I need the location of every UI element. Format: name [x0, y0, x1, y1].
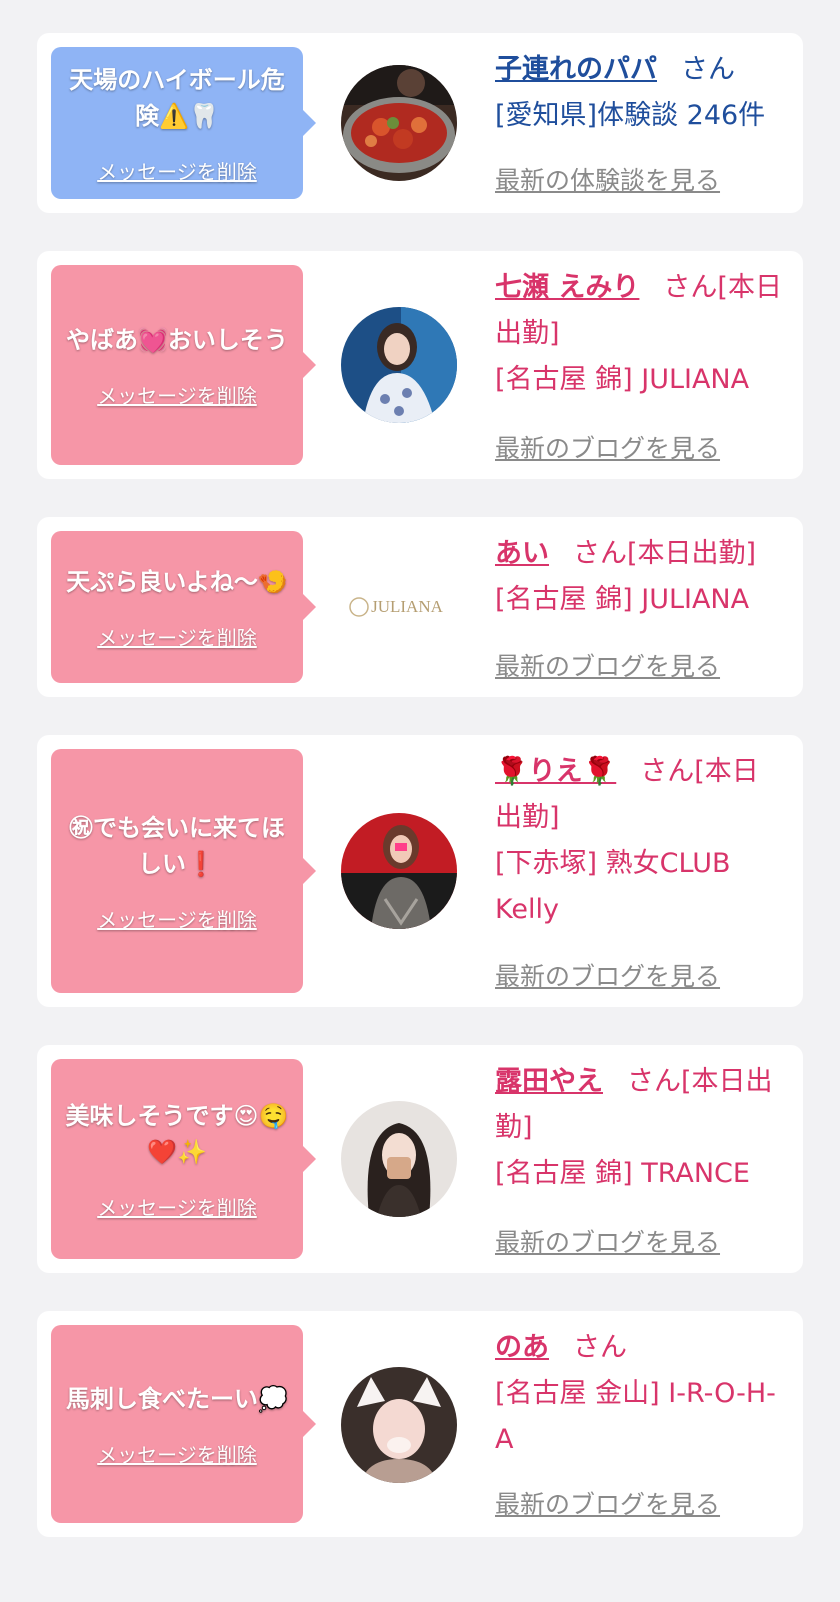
honorific-text: さん[本日出勤] — [573, 538, 757, 569]
user-meta: [愛知県]体験談 246件 — [495, 100, 766, 131]
message-text: 美味しそうです😍🤤❤️✨ — [65, 1101, 289, 1166]
avatar[interactable] — [341, 1367, 457, 1483]
message-card: 馬刺し食べたーい💭 メッセージを削除 のあ さん [名古屋 金山] I-R-O-H… — [37, 1311, 803, 1537]
user-name-line: 露田やえ さん[本日出勤] — [495, 1059, 785, 1151]
seafood-dish-photo-icon — [341, 65, 457, 181]
avatar[interactable] — [341, 65, 457, 181]
message-card: ㊗でも会いに来てほしい❗ メッセージを削除 🌹りえ🌹 さん[本日出勤] [下赤塚]… — [37, 735, 803, 1007]
message-text: 天ぷら良いよね〜🍤 — [66, 567, 288, 596]
svg-text:JULIANA: JULIANA — [371, 597, 443, 616]
message-text: ㊗でも会いに来てほしい❗ — [69, 813, 285, 878]
message-bubble: 天場のハイボール危険⚠️🦷 メッセージを削除 — [51, 47, 316, 199]
delete-message-link[interactable]: メッセージを削除 — [97, 904, 257, 933]
user-name-link[interactable]: 露田やえ — [495, 1066, 603, 1097]
honorific-text: さん — [681, 54, 735, 85]
delete-message-link[interactable]: メッセージを削除 — [97, 622, 257, 651]
user-name-link[interactable]: 七瀬 えみり — [495, 272, 639, 303]
view-latest-link[interactable]: 最新のブログを見る — [495, 1485, 720, 1521]
view-latest-link[interactable]: 最新のブログを見る — [495, 429, 720, 465]
user-name-line: のあ さん — [495, 1325, 785, 1371]
delete-message-link[interactable]: メッセージを削除 — [97, 156, 257, 185]
message-text: やばあ💓おいしそう — [66, 325, 288, 354]
message-bubble: やばあ💓おいしそう メッセージを削除 — [51, 265, 316, 465]
message-text: 天場のハイボール危険⚠️🦷 — [69, 65, 285, 130]
message-bubble: 馬刺し食べたーい💭 メッセージを削除 — [51, 1325, 316, 1523]
view-latest-link[interactable]: 最新のブログを見る — [495, 957, 720, 993]
user-name-line: 七瀬 えみり さん[本日出勤] — [495, 265, 785, 357]
user-meta: [名古屋 錦] JULIANA — [495, 584, 750, 615]
user-meta: [下赤塚] 熟女CLUB Kelly — [495, 848, 731, 925]
view-latest-link[interactable]: 最新のブログを見る — [495, 647, 720, 683]
message-text: 馬刺し食べたーい💭 — [66, 1384, 288, 1413]
user-meta: [名古屋 錦] JULIANA — [495, 364, 750, 395]
message-card: 天ぷら良いよね〜🍤 メッセージを削除 JULIANA あい さん[本日出勤] [名… — [37, 517, 803, 697]
user-name-link[interactable]: 子連れのパパ — [495, 54, 657, 85]
user-name-link[interactable]: 🌹りえ🌹 — [495, 756, 616, 787]
message-card: 天場のハイボール危険⚠️🦷 メッセージを削除 子連れのパパ さん [愛知県]体験談 — [37, 33, 803, 213]
user-name-link[interactable]: のあ — [495, 1332, 549, 1363]
message-bubble: 天ぷら良いよね〜🍤 メッセージを削除 — [51, 531, 316, 683]
woman-mask-photo-icon — [341, 1101, 457, 1217]
delete-message-link[interactable]: メッセージを削除 — [97, 1439, 257, 1468]
user-meta: [名古屋 錦] TRANCE — [495, 1158, 750, 1189]
message-card: 美味しそうです😍🤤❤️✨ メッセージを削除 露田やえ さん[本日出勤] [名古屋 … — [37, 1045, 803, 1273]
message-list: 天場のハイボール危険⚠️🦷 メッセージを削除 子連れのパパ さん [愛知県]体験談 — [0, 0, 840, 1602]
message-card: やばあ💓おいしそう メッセージを削除 七瀬 えみり さん[本日出勤] [名古屋 錦… — [37, 251, 803, 479]
avatar[interactable] — [341, 307, 457, 423]
user-name-line: あい さん[本日出勤] — [495, 531, 785, 577]
avatar[interactable]: JULIANA — [341, 549, 457, 665]
avatar[interactable] — [341, 813, 457, 929]
delete-message-link[interactable]: メッセージを削除 — [97, 380, 257, 409]
juliana-logo-icon: JULIANA — [341, 549, 457, 665]
view-latest-link[interactable]: 最新のブログを見る — [495, 1223, 720, 1259]
user-meta: [名古屋 金山] I-R-O-H-A — [495, 1378, 776, 1455]
user-name-link[interactable]: あい — [495, 538, 549, 569]
woman-red-background-photo-icon — [341, 813, 457, 929]
delete-message-link[interactable]: メッセージを削除 — [97, 1192, 257, 1221]
view-latest-link[interactable]: 最新の体験談を見る — [495, 161, 720, 197]
message-bubble: ㊗でも会いに来てほしい❗ メッセージを削除 — [51, 749, 316, 993]
message-bubble: 美味しそうです😍🤤❤️✨ メッセージを削除 — [51, 1059, 316, 1259]
honorific-text: さん — [573, 1332, 627, 1363]
user-name-line: 🌹りえ🌹 さん[本日出勤] — [495, 749, 785, 841]
woman-portrait-photo-icon — [341, 307, 457, 423]
user-name-line: 子連れのパパ さん — [495, 47, 785, 93]
woman-cat-ears-photo-icon — [341, 1367, 457, 1483]
avatar[interactable] — [341, 1101, 457, 1217]
